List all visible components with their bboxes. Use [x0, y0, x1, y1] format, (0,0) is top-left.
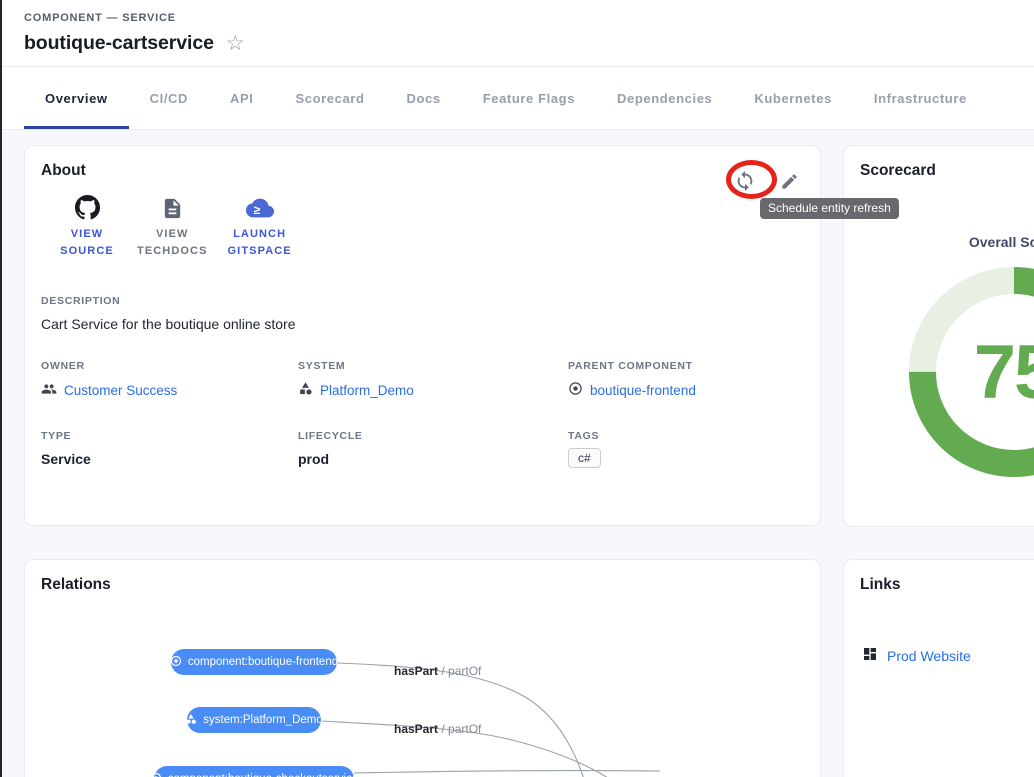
- tab-infrastructure[interactable]: Infrastructure: [853, 67, 988, 129]
- system-icon: [185, 713, 197, 728]
- edit-metadata-button[interactable]: [776, 168, 802, 194]
- score-value: 75: [908, 266, 1034, 478]
- type-field: TYPE Service: [41, 430, 298, 468]
- description-value: Cart Service for the boutique online sto…: [41, 316, 804, 332]
- about-card-title: About: [41, 162, 804, 180]
- component-icon: [170, 655, 182, 670]
- parent-component-link[interactable]: boutique-frontend: [568, 381, 804, 399]
- tab-api[interactable]: API: [209, 67, 274, 129]
- pencil-icon: [780, 172, 799, 191]
- system-icon: [298, 381, 313, 399]
- entity-kind-label: COMPONENT — SERVICE: [24, 12, 176, 24]
- entity-overview-page: COMPONENT — SERVICE boutique-cartservice…: [0, 0, 1034, 777]
- tab-cicd[interactable]: CI/CD: [129, 67, 209, 129]
- github-icon: [75, 194, 100, 220]
- view-techdocs-button[interactable]: VIEWTECHDOCS: [131, 192, 214, 261]
- prod-website-link[interactable]: Prod Website: [862, 646, 1034, 665]
- about-quick-actions: VIEWSOURCE VIEWTECHDOCS ≥ LAUNCHGITSPACE: [51, 192, 804, 261]
- owner-field: OWNER Customer Success: [41, 360, 298, 400]
- parent-component-field: PARENT COMPONENT boutique-frontend: [568, 360, 804, 400]
- system-link[interactable]: Platform_Demo: [298, 381, 568, 399]
- entity-tabs: Overview CI/CD API Scorecard Docs Featur…: [0, 67, 1034, 130]
- component-icon: [568, 381, 583, 399]
- favorite-star-icon[interactable]: ☆: [226, 33, 245, 54]
- relation-node-platform-demo[interactable]: system:Platform_Demo: [187, 707, 321, 733]
- tab-feature-flags[interactable]: Feature Flags: [462, 67, 596, 129]
- techdocs-document-icon: [161, 194, 184, 220]
- edge-label-haspart-partof: hasPart / partOf: [394, 664, 481, 678]
- relation-node-boutique-checkoutservice[interactable]: component:boutique-checkoutservice: [154, 766, 354, 777]
- system-field: SYSTEM Platform_Demo: [298, 360, 568, 400]
- page-title: boutique-cartservice: [24, 32, 214, 55]
- tab-overview[interactable]: Overview: [24, 67, 129, 129]
- tab-dependencies[interactable]: Dependencies: [596, 67, 733, 129]
- tooltip-schedule-entity-refresh: Schedule entity refresh: [760, 198, 899, 219]
- type-value: Service: [41, 451, 298, 467]
- scorecard-card-title: Scorecard: [860, 162, 1034, 180]
- lifecycle-value: prod: [298, 451, 568, 467]
- about-card: About VIEWSOURCE: [24, 145, 821, 526]
- group-icon: [41, 381, 57, 400]
- links-card: Links Prod Website: [843, 559, 1034, 777]
- tab-scorecard[interactable]: Scorecard: [275, 67, 386, 129]
- owner-link[interactable]: Customer Success: [41, 381, 298, 400]
- tab-kubernetes[interactable]: Kubernetes: [733, 67, 853, 129]
- gitspace-cloud-icon: ≥: [246, 194, 274, 220]
- description-label: DESCRIPTION: [41, 295, 804, 307]
- refresh-entity-button[interactable]: [732, 168, 758, 194]
- lifecycle-field: LIFECYCLE prod: [298, 430, 568, 468]
- left-edge-divider: [0, 0, 2, 777]
- dashboard-icon: [862, 646, 878, 665]
- tag-chip-csharp: c#: [568, 448, 601, 468]
- links-card-title: Links: [860, 576, 1034, 594]
- tab-docs[interactable]: Docs: [386, 67, 462, 129]
- tags-field: TAGS c#: [568, 430, 804, 468]
- relation-node-boutique-frontend[interactable]: component:boutique-frontend: [171, 649, 337, 675]
- edge-label-haspart-partof: hasPart / partOf: [394, 722, 481, 736]
- refresh-icon: [734, 170, 756, 192]
- launch-gitspace-button[interactable]: ≥ LAUNCHGITSPACE: [222, 192, 298, 261]
- view-source-button[interactable]: VIEWSOURCE: [51, 192, 123, 261]
- component-icon: [150, 772, 162, 777]
- relations-card: Relations component:boutique-frontend sy…: [24, 559, 821, 777]
- page-header: COMPONENT — SERVICE boutique-cartservice…: [0, 0, 1034, 67]
- overall-score-label: Overall Score: [914, 234, 1034, 250]
